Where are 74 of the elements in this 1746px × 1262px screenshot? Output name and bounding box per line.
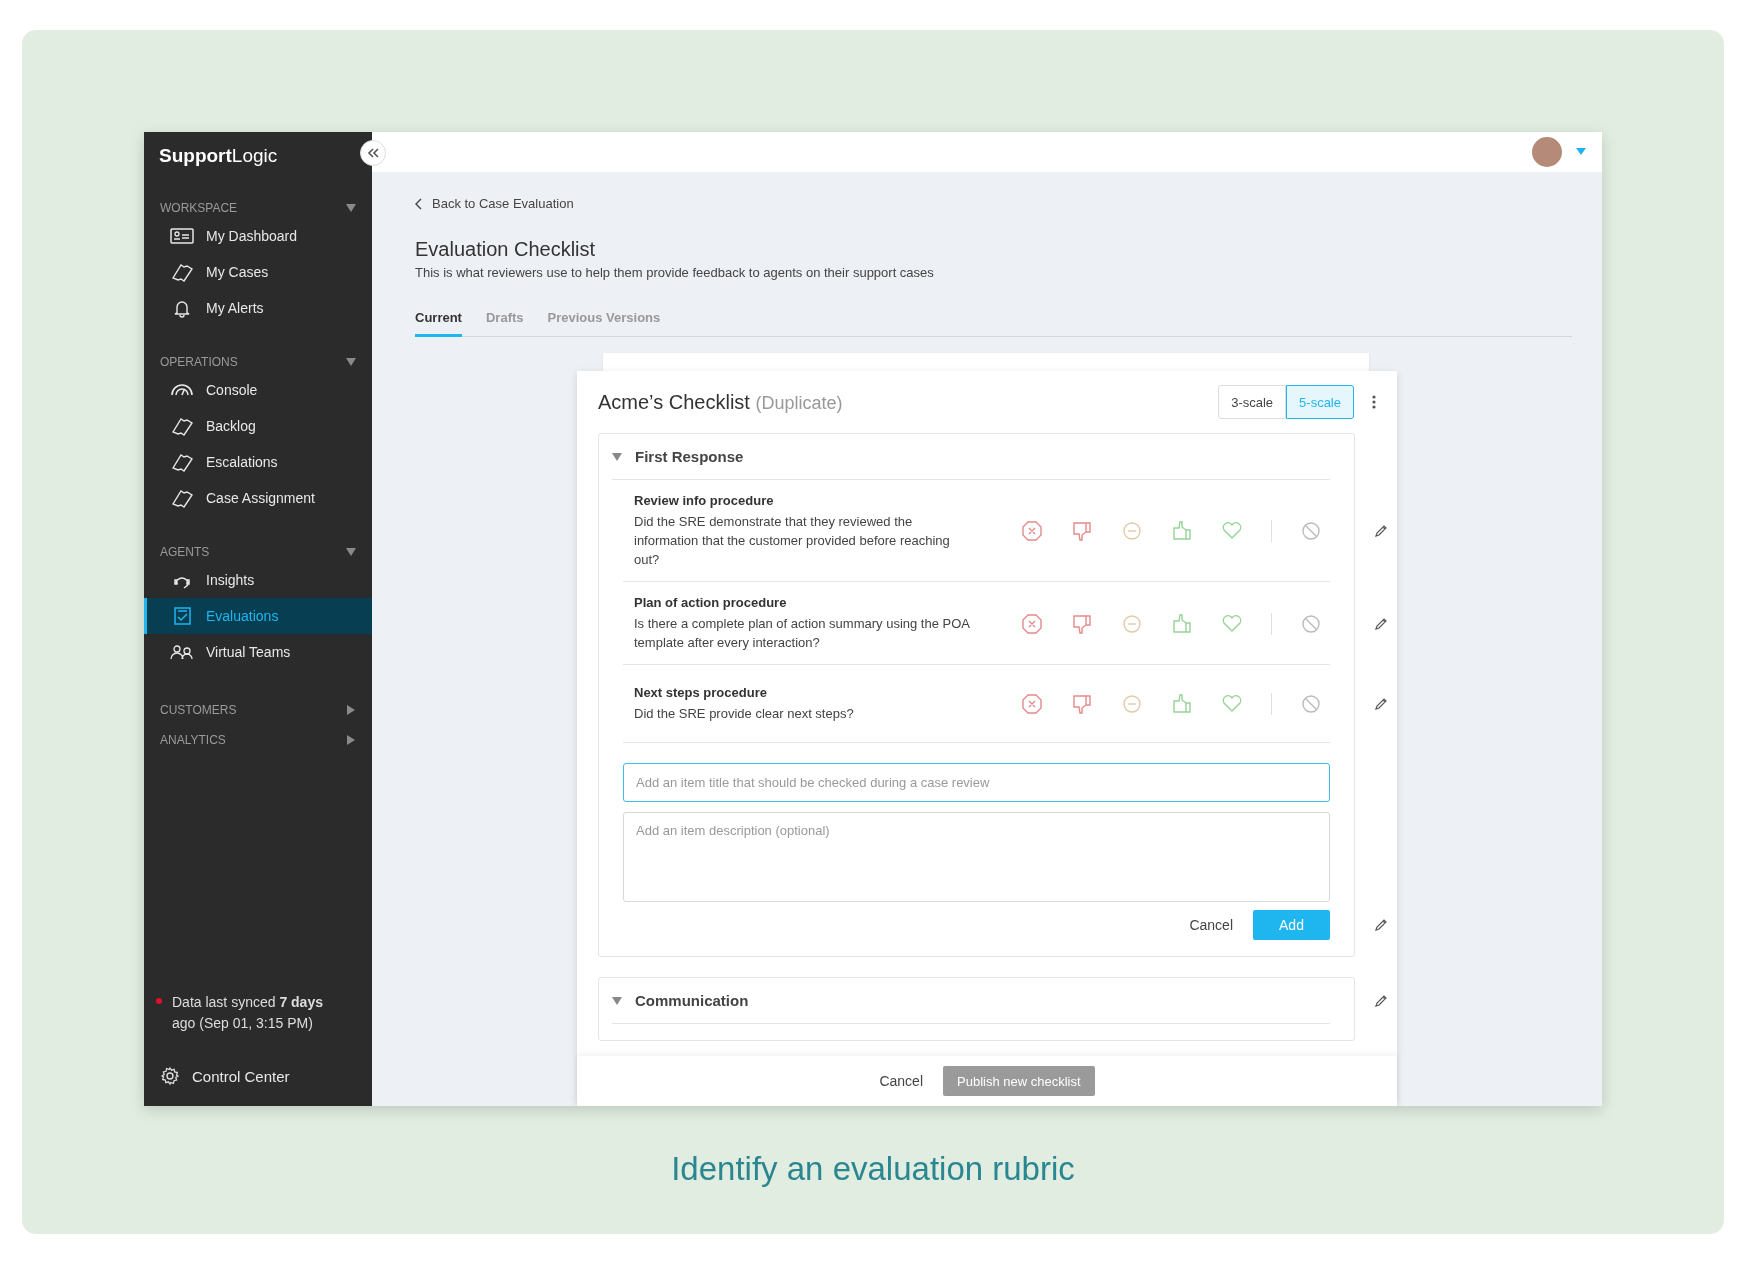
cancel-button[interactable]: Cancel xyxy=(1189,911,1233,939)
section-label: ANALYTICS xyxy=(160,733,226,747)
x-octagon-icon[interactable] xyxy=(1021,693,1043,715)
section-label: WORKSPACE xyxy=(160,201,238,215)
pencil-icon[interactable] xyxy=(1374,993,1388,1008)
minus-circle-icon[interactable] xyxy=(1121,520,1143,542)
brand-logo: SupportLogic xyxy=(158,144,279,168)
thumbs-up-icon[interactable] xyxy=(1171,520,1193,542)
nav-item[interactable]: My Cases xyxy=(144,254,372,290)
item-title: Next steps procedure xyxy=(634,685,768,700)
expand-triangle-icon[interactable] xyxy=(346,735,356,745)
section-label: AGENTS xyxy=(160,545,210,559)
not-applicable-icon[interactable] xyxy=(1300,612,1322,635)
item-description-field[interactable]: Add an item description (optional) xyxy=(623,812,1330,902)
x-octagon-icon[interactable] xyxy=(1021,520,1043,542)
settings-icon xyxy=(160,1066,180,1086)
item-description: Did the SRE provide clear next steps? xyxy=(634,705,855,723)
thumbs-up-icon[interactable] xyxy=(1171,693,1193,715)
minus-circle-icon[interactable] xyxy=(1121,693,1143,715)
more-icon[interactable] xyxy=(1372,395,1376,409)
nav-item[interactable]: Console xyxy=(144,372,372,408)
id-card-icon xyxy=(168,226,196,246)
nav-item[interactable]: Backlog xyxy=(144,408,372,444)
item-title: Review info procedure xyxy=(634,493,775,508)
pencil-icon[interactable] xyxy=(1374,524,1388,538)
checklist-title: Acme’s Checklist (Duplicate) xyxy=(598,390,844,414)
page-subtitle: This is what reviewers use to help them provide feedback to agents on their support cases xyxy=(415,265,935,280)
status-dot xyxy=(156,998,162,1004)
item-title-field[interactable]: Add an item title that should be checked during a case review xyxy=(623,763,1330,802)
item-title: Plan of action procedure xyxy=(634,595,788,610)
thumbs-down-icon[interactable] xyxy=(1071,520,1093,542)
item-description: Did the SRE demonstrate that they reviewed the information that the customer provided before reaching out? xyxy=(634,513,951,569)
section-label: CUSTOMERS xyxy=(160,703,237,717)
pencil-icon[interactable] xyxy=(1374,616,1388,631)
sync-status: Data last synced 7 days ago (Sep 01, 3:15 PM) xyxy=(172,993,324,1033)
tab[interactable]: Current xyxy=(415,304,462,337)
thumbs-down-icon[interactable] xyxy=(1071,612,1093,635)
collapse-triangle-icon[interactable] xyxy=(612,451,622,462)
page-title: Evaluation Checklist xyxy=(415,238,597,261)
nav-item[interactable]: My Dashboard xyxy=(144,218,372,254)
nav-item[interactable]: Virtual Teams xyxy=(144,634,372,670)
control-center-link[interactable]: Control Center xyxy=(144,1056,372,1096)
thumbs-up-icon[interactable] xyxy=(1171,612,1193,635)
expand-triangle-icon[interactable] xyxy=(346,705,356,715)
collapse-triangle-icon[interactable] xyxy=(612,995,622,1006)
not-applicable-icon[interactable] xyxy=(1300,520,1322,542)
pencil-icon[interactable] xyxy=(1374,918,1388,932)
nav-item[interactable]: Insights xyxy=(144,562,372,598)
collapse-triangle-icon[interactable] xyxy=(346,547,356,557)
x-octagon-icon[interactable] xyxy=(1021,612,1043,635)
scale-toggle[interactable]: 3-scale xyxy=(1218,385,1287,419)
section-title: First Response xyxy=(635,448,744,465)
collapse-triangle-icon[interactable] xyxy=(346,357,356,367)
nav-item[interactable]: Case Assignment xyxy=(144,480,372,516)
minus-circle-icon[interactable] xyxy=(1121,612,1143,635)
collapse-triangle-icon[interactable] xyxy=(346,203,356,213)
pencil-icon[interactable] xyxy=(1374,697,1388,711)
caption: Identify an evaluation rubric xyxy=(671,1150,1075,1188)
caret-icon[interactable] xyxy=(1576,148,1586,156)
chevron-left-icon xyxy=(415,197,423,210)
cancel-button[interactable]: Cancel xyxy=(879,1067,923,1095)
item-description: Is there a complete plan of action summary using the POA template after every interaction? xyxy=(634,615,971,652)
nav-item[interactable]: Evaluations xyxy=(144,598,372,634)
double-chevron-left-icon xyxy=(366,147,380,159)
collapse-button[interactable] xyxy=(360,140,386,166)
thumbs-down-icon[interactable] xyxy=(1071,693,1093,715)
section-label: OPERATIONS xyxy=(160,355,238,369)
back-link[interactable]: Back to Case Evaluation xyxy=(415,196,1572,211)
section-title: Communication xyxy=(635,992,749,1009)
nav-item[interactable]: My Alerts xyxy=(144,290,372,326)
avatar[interactable] xyxy=(1532,137,1562,167)
not-applicable-icon[interactable] xyxy=(1300,693,1322,715)
people-icon xyxy=(168,642,196,662)
nav-item[interactable]: Escalations xyxy=(144,444,372,480)
